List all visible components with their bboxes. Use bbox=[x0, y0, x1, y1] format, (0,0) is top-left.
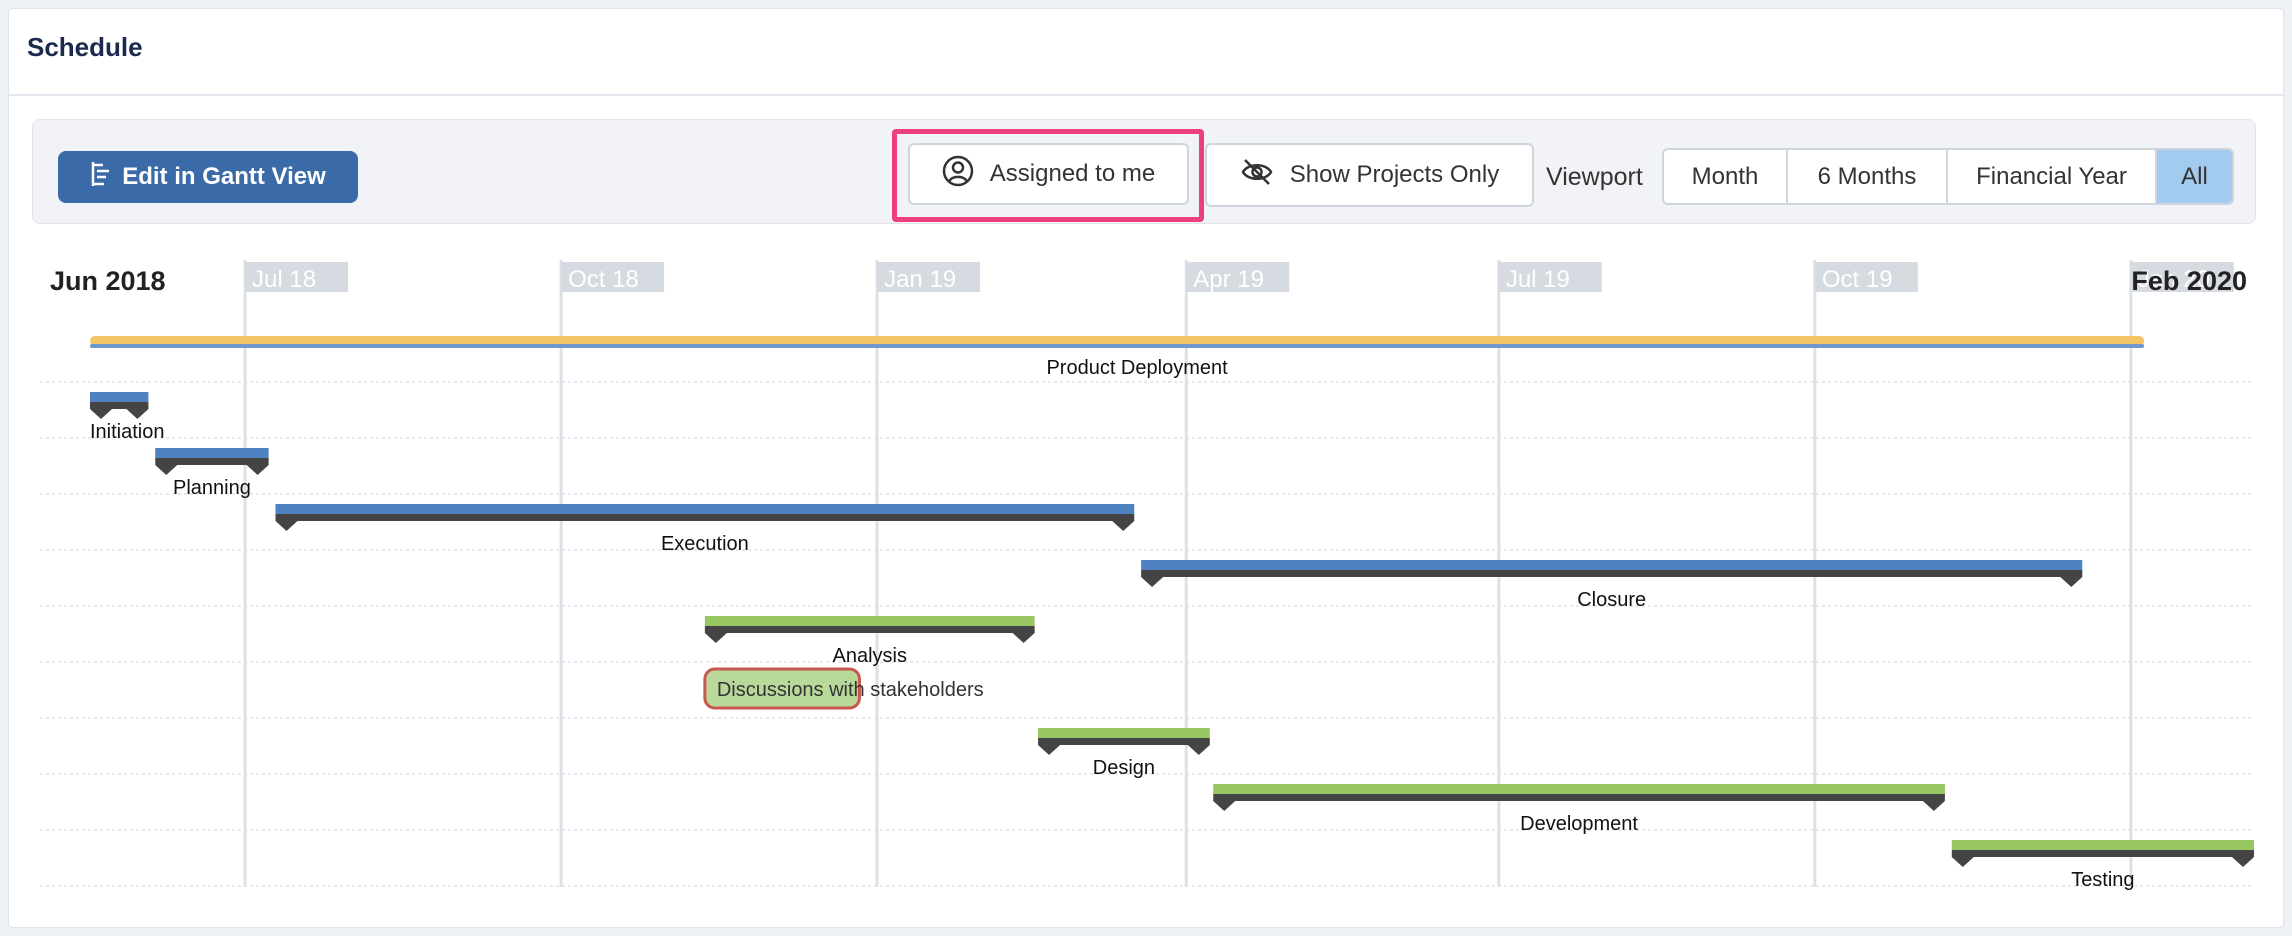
task-label: Design bbox=[1093, 757, 1155, 779]
task-bar-base bbox=[275, 514, 1135, 521]
end-marker bbox=[2232, 857, 2254, 867]
start-marker bbox=[1213, 801, 1236, 811]
end-marker bbox=[1922, 801, 1945, 811]
task-bar-execution[interactable] bbox=[275, 504, 1135, 514]
start-marker bbox=[155, 465, 178, 475]
task-bar-base bbox=[90, 402, 149, 409]
end-marker bbox=[2060, 577, 2083, 587]
task-label: Discussions with stakeholders bbox=[717, 679, 984, 701]
task-bar-analysis[interactable] bbox=[704, 616, 1035, 626]
task-bar-planning[interactable] bbox=[155, 448, 269, 458]
task-bar-base bbox=[1038, 738, 1210, 745]
task-bar-closure[interactable] bbox=[1141, 560, 2083, 570]
end-marker bbox=[1012, 633, 1035, 643]
task-bar-baseline bbox=[90, 344, 2145, 348]
range-start-label: Jun 2018 bbox=[50, 266, 166, 296]
task-bar-base bbox=[1213, 794, 1945, 801]
task-bar-design[interactable] bbox=[1038, 728, 1210, 738]
task-label: Initiation bbox=[90, 421, 165, 443]
task-bar-initiation[interactable] bbox=[90, 392, 149, 402]
start-marker bbox=[90, 409, 112, 419]
tick-label: Apr 19 bbox=[1193, 266, 1264, 293]
start-marker bbox=[1038, 745, 1061, 755]
task-label: Product Deployment bbox=[1046, 357, 1228, 379]
task-bar-base bbox=[704, 626, 1035, 633]
task-bar-testing[interactable] bbox=[1951, 840, 2254, 850]
end-marker bbox=[1187, 745, 1210, 755]
tick-label: Oct 18 bbox=[568, 266, 639, 293]
gantt-chart: Jul 18 Oct 18 Jan 19 Apr 19 Jul 19 Oct 19 Jan … bbox=[40, 260, 2254, 891]
task-label: Testing bbox=[2071, 869, 2134, 891]
tick-label: Jan 19 bbox=[884, 266, 956, 293]
end-marker bbox=[1112, 521, 1135, 531]
task-label: Closure bbox=[1577, 589, 1646, 611]
task-label: Analysis bbox=[833, 645, 907, 667]
tick-label: Jul 18 bbox=[252, 266, 316, 293]
start-marker bbox=[1951, 857, 1974, 867]
task-bar-development[interactable] bbox=[1213, 784, 1945, 794]
task-label: Execution bbox=[661, 533, 749, 555]
end-marker bbox=[126, 409, 149, 419]
start-marker bbox=[1141, 577, 1164, 587]
task-bar-base bbox=[155, 458, 269, 465]
start-marker bbox=[275, 521, 298, 531]
range-end-label: Feb 2020 bbox=[2131, 266, 2247, 296]
end-marker bbox=[246, 465, 269, 475]
tick-label: Oct 19 bbox=[1822, 266, 1893, 293]
tick-label: Jul 19 bbox=[1506, 266, 1570, 293]
task-label: Planning bbox=[173, 477, 251, 499]
task-bar-base bbox=[1951, 850, 2254, 857]
task-label: Development bbox=[1520, 813, 1638, 835]
task-bar-base bbox=[1141, 570, 2083, 577]
start-marker bbox=[704, 633, 727, 643]
